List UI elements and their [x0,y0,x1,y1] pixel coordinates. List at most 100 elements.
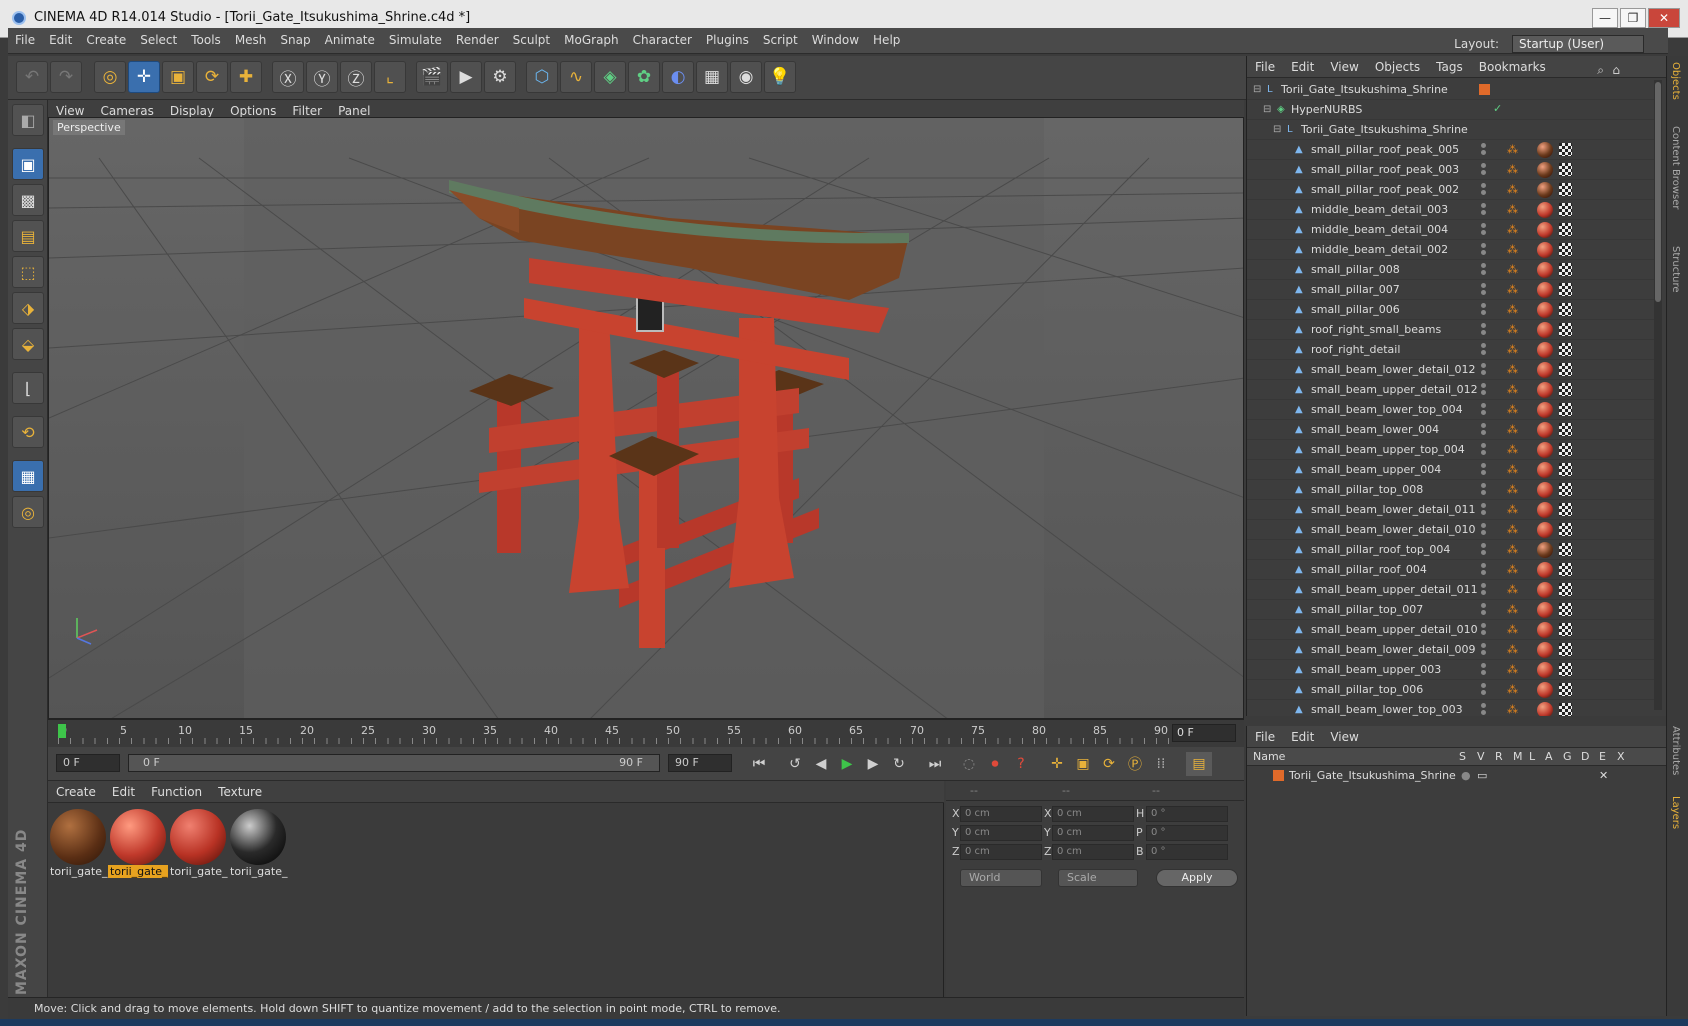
redo-icon[interactable]: ↷ [50,61,82,93]
move-tool-icon[interactable]: ✛ [128,61,160,93]
key-rotation-icon[interactable]: ⟳ [1096,752,1122,776]
material-menu-create[interactable]: Create [48,781,104,803]
material-tag-icon[interactable] [1537,502,1553,518]
layer-col-render[interactable]: R [1495,750,1503,763]
layer-col-generators[interactable]: G [1563,750,1572,763]
layer-col-xref[interactable]: X [1617,750,1625,763]
size-mode-dropdown[interactable]: Scale [1058,869,1138,887]
material-tag-icon[interactable] [1537,582,1553,598]
phong-tag-icon[interactable]: ⁂ [1507,283,1518,297]
objects-menu-edit[interactable]: Edit [1283,56,1322,78]
next-key-icon[interactable]: ↻ [886,752,912,776]
material-tag-icon[interactable] [1537,362,1553,378]
texture-tag-icon[interactable] [1559,383,1572,396]
collapse-icon[interactable]: ⊟ [1273,124,1284,135]
texture-tag-icon[interactable] [1559,343,1572,356]
tree-row-object[interactable]: ▲ small_beam_lower_detail_010 ⁂ [1247,520,1655,540]
layer-solo-icon[interactable]: ● [1461,769,1471,782]
objects-menu-tags[interactable]: Tags [1428,56,1471,78]
go-to-end-icon[interactable]: ⏭ [922,752,948,776]
maximize-button[interactable]: ❐ [1620,8,1646,28]
material-menu-function[interactable]: Function [143,781,210,803]
rotation-p-field[interactable]: 0 ° [1146,825,1228,841]
visibility-dots-icon[interactable] [1481,683,1489,697]
texture-tag-icon[interactable] [1559,563,1572,576]
layer-xref-icon[interactable]: ✕ [1599,769,1608,782]
scale-tool-icon[interactable]: ▣ [162,61,194,93]
nurbs-icon[interactable]: ◈ [594,61,626,93]
material-tag-icon[interactable] [1537,162,1553,178]
tree-row-object[interactable]: ▲ roof_right_detail ⁂ [1247,340,1655,360]
tree-row-object[interactable]: ▲ middle_beam_detail_002 ⁂ [1247,240,1655,260]
tab-attributes[interactable]: Attributes [1670,726,1681,775]
visibility-dots-icon[interactable] [1481,503,1489,517]
visibility-dots-icon[interactable] [1481,583,1489,597]
texture-tag-icon[interactable] [1559,623,1572,636]
tree-row-object[interactable]: ▲ small_beam_lower_top_004 ⁂ [1247,400,1655,420]
snap-icon[interactable]: ▦ [12,460,44,492]
tab-content-browser[interactable]: Content Browser [1670,126,1681,209]
size-z-field[interactable]: 0 cm [1052,844,1134,860]
material-tag-icon[interactable] [1537,522,1553,538]
enabled-check-icon[interactable]: ✓ [1493,102,1502,115]
phong-tag-icon[interactable]: ⁂ [1507,643,1518,657]
rotation-h-field[interactable]: 0 ° [1146,806,1228,822]
render-picture-viewer-icon[interactable]: ▶ [450,61,482,93]
tab-structure[interactable]: Structure [1670,246,1681,293]
texture-tag-icon[interactable] [1559,483,1572,496]
texture-tag-icon[interactable] [1559,203,1572,216]
home-icon[interactable]: ⌂ [1604,59,1628,81]
visibility-dots-icon[interactable] [1481,623,1489,637]
object-tree-scrollbar[interactable] [1654,80,1662,710]
texture-tag-icon[interactable] [1559,603,1572,616]
material-menu-texture[interactable]: Texture [210,781,270,803]
visibility-dots-icon[interactable] [1481,203,1489,217]
phong-tag-icon[interactable]: ⁂ [1507,443,1518,457]
apply-button[interactable]: Apply [1156,869,1238,887]
menu-create[interactable]: Create [79,28,133,52]
menu-edit[interactable]: Edit [42,28,79,52]
size-x-field[interactable]: 0 cm [1052,806,1134,822]
z-axis-lock-icon[interactable]: Ⓩ [340,61,372,93]
tree-row-object[interactable]: ▲ middle_beam_detail_004 ⁂ [1247,220,1655,240]
material-swatch[interactable]: torii_gate_ [108,807,168,883]
perspective-viewport[interactable]: Perspective [48,117,1244,719]
phong-tag-icon[interactable]: ⁂ [1507,463,1518,477]
visibility-dots-icon[interactable] [1481,423,1489,437]
texture-tag-icon[interactable] [1559,403,1572,416]
x-axis-lock-icon[interactable]: Ⓧ [272,61,304,93]
material-tag-icon[interactable] [1537,322,1553,338]
object-tree[interactable]: ⊟ L Torii_Gate_Itsukushima_Shrine ⊟ ◈ Hy… [1247,80,1655,716]
make-editable-icon[interactable]: ◧ [12,104,44,136]
workplane-mode-icon[interactable]: ▤ [12,220,44,252]
minimize-button[interactable]: — [1592,8,1618,28]
material-menu-edit[interactable]: Edit [104,781,143,803]
phong-tag-icon[interactable]: ⁂ [1507,483,1518,497]
collapse-icon[interactable]: ⊟ [1263,104,1274,115]
menu-sculpt[interactable]: Sculpt [506,28,557,52]
material-swatch[interactable]: torii_gate_ [228,807,288,883]
phong-tag-icon[interactable]: ⁂ [1507,603,1518,617]
texture-tag-icon[interactable] [1559,543,1572,556]
rotate-tool-icon[interactable]: ⟳ [196,61,228,93]
previous-frame-icon[interactable]: ◀ [808,752,834,776]
menu-tools[interactable]: Tools [184,28,228,52]
visibility-dots-icon[interactable] [1481,183,1489,197]
material-tag-icon[interactable] [1537,182,1553,198]
menu-animate[interactable]: Animate [318,28,382,52]
layout-dropdown[interactable]: Startup (User) [1512,35,1644,53]
tree-row-object[interactable]: ▲ small_pillar_roof_peak_005 ⁂ [1247,140,1655,160]
size-y-field[interactable]: 0 cm [1052,825,1134,841]
texture-tag-icon[interactable] [1559,423,1572,436]
menu-file[interactable]: File [8,28,42,52]
workplane-lock-icon[interactable]: ◎ [12,496,44,528]
objects-menu-bookmarks[interactable]: Bookmarks [1471,56,1554,78]
objects-menu-file[interactable]: File [1247,56,1283,78]
phong-tag-icon[interactable]: ⁂ [1507,663,1518,677]
layer-col-lock[interactable]: L [1529,750,1535,763]
tree-row-object[interactable]: ▲ small_beam_upper_004 ⁂ [1247,460,1655,480]
layer-col-deformers[interactable]: D [1581,750,1589,763]
phong-tag-icon[interactable]: ⁂ [1507,423,1518,437]
material-tag-icon[interactable] [1537,342,1553,358]
array-icon[interactable]: ✿ [628,61,660,93]
